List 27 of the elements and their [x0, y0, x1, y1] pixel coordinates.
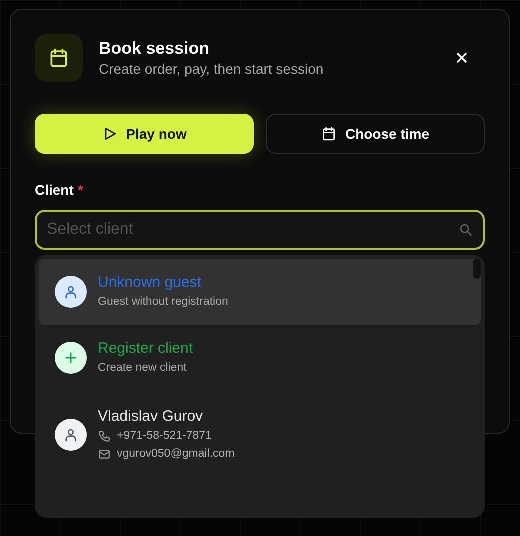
search-icon	[459, 223, 473, 237]
phone-number: +971-58-521-7871	[117, 429, 212, 444]
client-option[interactable]: Unknown guest Guest without registration	[39, 259, 481, 325]
client-search-field[interactable]: Select client	[35, 210, 485, 250]
dialog-title: Book session	[99, 38, 211, 60]
mail-icon	[98, 448, 111, 460]
field-label: Client	[35, 182, 74, 198]
option-name: Vladislav Gurov	[98, 407, 204, 427]
client-option[interactable]: Register client Create new client	[39, 325, 481, 391]
calendar-icon	[35, 34, 83, 82]
mode-button[interactable]: Choose time	[266, 114, 485, 154]
option-description: Guest without registration	[98, 295, 228, 310]
option-description: Create new client	[98, 361, 188, 376]
client-option[interactable]: Vladislav Gurov +971-58-521-7871 vgurov050@gmail.com	[39, 391, 481, 487]
scrollbar-thumb[interactable]	[473, 259, 481, 279]
required-mark: *	[78, 182, 84, 198]
close-icon	[455, 51, 469, 65]
dialog-subtitle: Create order, pay, then start session	[99, 60, 324, 78]
option-name: Register client	[98, 339, 194, 359]
phone-icon	[98, 430, 111, 442]
email-address: vgurov050@gmail.com	[117, 447, 235, 462]
option-name: Unknown guest	[98, 273, 202, 293]
mode-button[interactable]: Play now	[35, 114, 254, 154]
avatar-icon	[55, 419, 87, 451]
calendar-icon	[321, 126, 338, 142]
avatar-icon	[55, 342, 87, 374]
avatar-icon	[55, 276, 87, 308]
